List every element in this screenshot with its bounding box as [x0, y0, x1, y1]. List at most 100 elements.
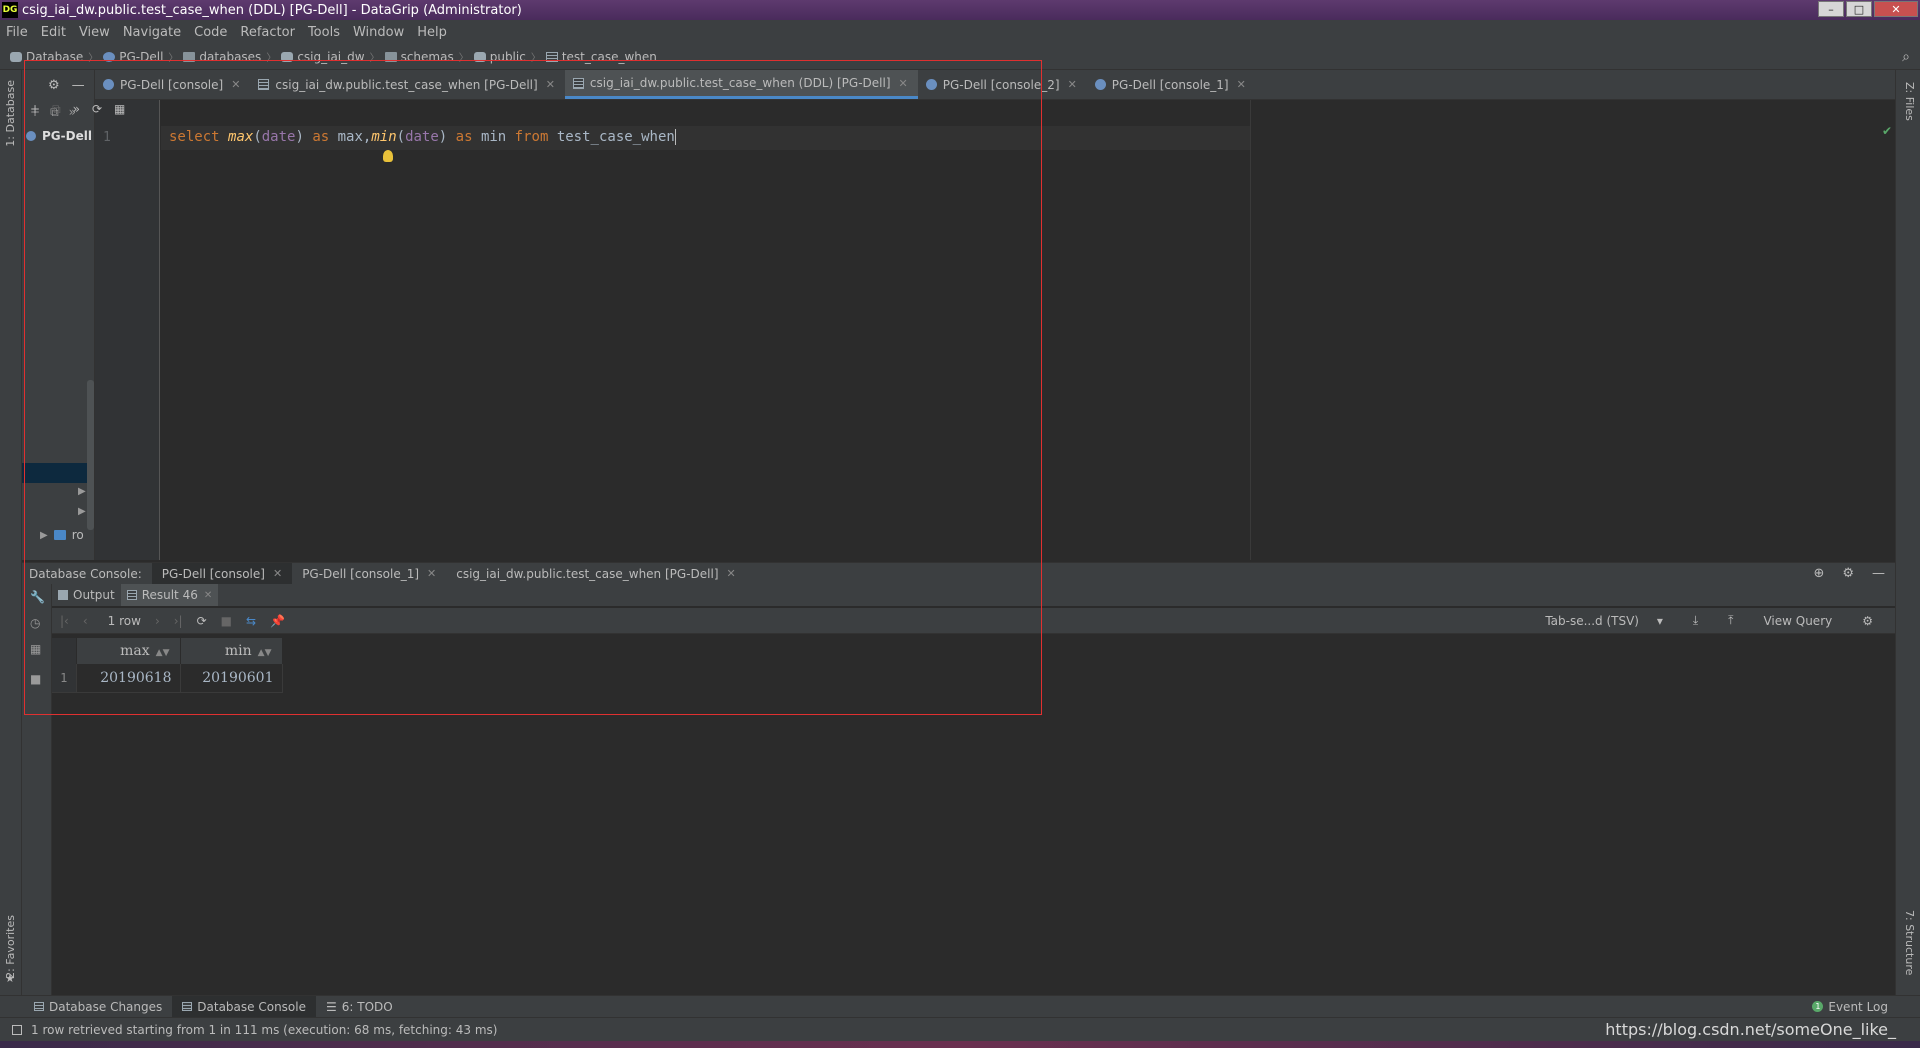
- close-tab-icon[interactable]: ✕: [273, 567, 282, 580]
- gear-icon[interactable]: ⚙: [1862, 614, 1873, 628]
- close-tab-icon[interactable]: ✕: [899, 77, 908, 90]
- alias-max: max,: [337, 129, 372, 145]
- tab-pg-dell-console-1[interactable]: PG-Dell [console_1] ✕: [1087, 70, 1256, 99]
- first-page-icon[interactable]: |‹: [60, 614, 69, 628]
- database-tool-window-button[interactable]: 1: Database: [4, 80, 17, 147]
- close-window-icon[interactable]: ✕: [1874, 1, 1918, 17]
- export-format-dropdown[interactable]: Tab-se...d (TSV) ▾: [1545, 614, 1663, 628]
- download-icon[interactable]: ⤓: [1693, 613, 1698, 628]
- tree-item-ro[interactable]: ▶ ro: [40, 528, 84, 542]
- breadcrumb-schemas[interactable]: schemas: [384, 50, 454, 64]
- left-tool-strip: 1: Database 2: Favorites ★: [0, 70, 22, 995]
- menu-window[interactable]: Window: [347, 25, 411, 40]
- close-tab-icon[interactable]: ✕: [1237, 78, 1246, 91]
- row-square-icon[interactable]: ■: [30, 672, 41, 686]
- add-icon[interactable]: +: [30, 102, 40, 117]
- duplicate-icon[interactable]: ⧉: [52, 102, 61, 117]
- menu-code[interactable]: Code: [188, 25, 234, 40]
- paren: (: [253, 129, 262, 145]
- breadcrumb-databases[interactable]: databases: [183, 50, 261, 64]
- close-tab-icon[interactable]: ✕: [231, 78, 240, 91]
- compare-icon[interactable]: ⇆: [246, 614, 256, 628]
- tab-output[interactable]: Output: [52, 588, 121, 602]
- minimize-icon[interactable]: –: [1818, 1, 1844, 17]
- database-console-button[interactable]: Database Console: [172, 995, 316, 1018]
- menu-help[interactable]: Help: [411, 25, 454, 40]
- target-icon[interactable]: ⊕: [1813, 566, 1824, 581]
- view-query-button[interactable]: View Query: [1763, 614, 1832, 628]
- row-count-selector[interactable]: 1 row: [108, 614, 141, 628]
- tab-pg-dell-console-2[interactable]: PG-Dell [console_2] ✕: [918, 70, 1087, 99]
- files-tool-window-button[interactable]: Z: Files: [1903, 82, 1916, 121]
- close-tab-icon[interactable]: ✕: [1068, 78, 1077, 91]
- sort-icon[interactable]: ▲▼: [156, 648, 170, 658]
- hide-panel-icon[interactable]: —: [72, 78, 85, 93]
- tree-item-pg-dell[interactable]: PG-Dell: [22, 124, 94, 148]
- search-everywhere-icon[interactable]: ⌕: [1902, 49, 1910, 65]
- breadcrumb-database[interactable]: Database: [10, 50, 83, 64]
- structure-tool-window-button[interactable]: 7: Structure: [1903, 910, 1916, 975]
- maximize-icon[interactable]: □: [1846, 1, 1872, 17]
- menu-tools[interactable]: Tools: [302, 25, 347, 40]
- bottom-tool-bar: Database Changes Database Console ☰ 6: TO…: [0, 995, 1920, 1018]
- breadcrumb-public[interactable]: public: [473, 50, 526, 64]
- cell-max[interactable]: 20190618: [76, 664, 181, 693]
- hide-panel-icon[interactable]: —: [1872, 566, 1885, 581]
- sql-code-line[interactable]: select max(date) as max,min(date) as min…: [169, 129, 676, 145]
- breadcrumb-test-case-when[interactable]: test_case_when: [545, 50, 657, 64]
- intention-bulb-icon[interactable]: [383, 150, 393, 162]
- close-tab-icon[interactable]: ✕: [427, 567, 436, 580]
- menu-navigate[interactable]: Navigate: [117, 25, 188, 40]
- cell-min[interactable]: 20190601: [180, 664, 283, 693]
- table-view-icon[interactable]: ▦: [114, 102, 125, 117]
- breadcrumb-pg-dell[interactable]: PG-Dell: [103, 50, 163, 64]
- favorites-tool-window-button[interactable]: 2: Favorites: [4, 915, 17, 979]
- refresh-icon[interactable]: ⟳: [92, 102, 102, 117]
- console-tab-test-case-when[interactable]: csig_iai_dw.public.test_case_when [PG-De…: [446, 567, 745, 581]
- keyword-select: select: [169, 129, 229, 145]
- last-page-icon[interactable]: ›|: [174, 614, 183, 628]
- close-tab-icon[interactable]: ✕: [727, 567, 736, 580]
- menu-edit[interactable]: Edit: [35, 25, 73, 40]
- table-row[interactable]: 1 20190618 20190601: [52, 664, 283, 693]
- status-toggle-icon[interactable]: [12, 1024, 22, 1035]
- stop-icon[interactable]: ■: [221, 614, 232, 628]
- history-icon[interactable]: ◷: [30, 616, 40, 630]
- layout-icon[interactable]: ▦: [30, 642, 41, 656]
- next-page-icon[interactable]: ›: [155, 614, 160, 628]
- refresh-icon[interactable]: ⟳: [197, 614, 207, 628]
- tab-result-46[interactable]: Result 46 ✕: [120, 584, 219, 606]
- sql-editor[interactable]: [95, 100, 1895, 560]
- column-header-min[interactable]: min ▲▼: [180, 638, 283, 664]
- previous-page-icon[interactable]: ‹: [83, 614, 88, 628]
- close-tab-icon[interactable]: ✕: [204, 590, 212, 601]
- console-tab-pg-dell-console-1[interactable]: PG-Dell [console_1] ✕: [292, 567, 446, 581]
- console-tab-pg-dell-console[interactable]: PG-Dell [console] ✕: [151, 562, 293, 585]
- database-changes-button[interactable]: Database Changes: [24, 996, 172, 1018]
- tab-test-case-when-table[interactable]: csig_iai_dw.public.test_case_when [PG-De…: [250, 70, 564, 99]
- close-tab-icon[interactable]: ✕: [546, 78, 555, 91]
- tree-selected-row[interactable]: [22, 463, 87, 483]
- tree-expand-arrow[interactable]: ▶: [78, 506, 86, 517]
- gear-icon[interactable]: ⚙: [1842, 566, 1854, 581]
- menu-file[interactable]: File: [0, 25, 35, 40]
- wrench-icon[interactable]: 🔧: [30, 590, 45, 604]
- menu-refactor[interactable]: Refactor: [234, 25, 302, 40]
- event-log-button[interactable]: 1 Event Log: [1812, 1000, 1888, 1014]
- database-panel: ⚙ — + ⧉ » PG-Dell ▶ ▶ ▶ ro: [22, 70, 95, 560]
- column-date: date: [405, 129, 439, 145]
- column-header-max[interactable]: max ▲▼: [76, 638, 181, 664]
- tab-pg-dell-console[interactable]: PG-Dell [console] ✕: [95, 70, 250, 99]
- result-header-row: max ▲▼ min ▲▼: [52, 638, 283, 664]
- upload-icon[interactable]: ⤒: [1728, 613, 1733, 628]
- more-icon[interactable]: »: [73, 102, 80, 117]
- gear-icon[interactable]: ⚙: [48, 78, 60, 93]
- sort-icon[interactable]: ▲▼: [258, 648, 272, 658]
- menu-view[interactable]: View: [73, 25, 117, 40]
- tree-expand-arrow[interactable]: ▶: [78, 486, 86, 497]
- todo-button[interactable]: ☰ 6: TODO: [316, 996, 403, 1018]
- pin-icon[interactable]: 📌: [270, 614, 285, 628]
- tab-test-case-when-ddl[interactable]: csig_iai_dw.public.test_case_when (DDL) …: [564, 70, 918, 99]
- tree-scrollbar[interactable]: [87, 380, 94, 530]
- breadcrumb-csig-iai-dw[interactable]: csig_iai_dw: [281, 50, 365, 64]
